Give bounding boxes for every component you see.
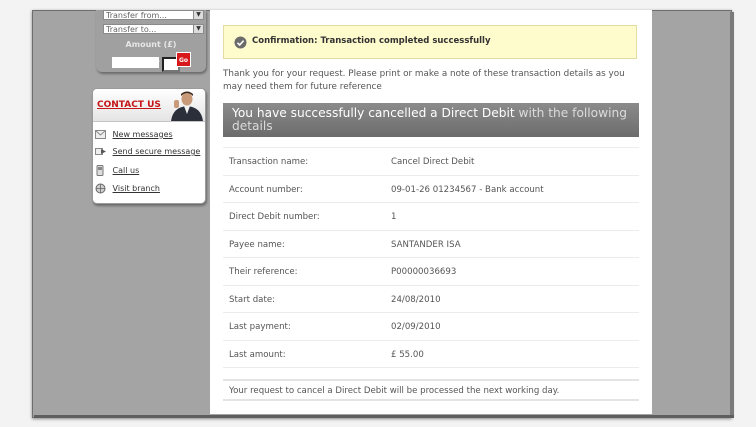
detail-label: Start date: (229, 294, 275, 305)
transfer-from-value: Transfer from... (106, 11, 167, 20)
processing-note: Your request to cancel a Direct Debit wi… (223, 379, 639, 401)
confirmation-text: Confirmation: Transaction completed succ… (252, 36, 491, 46)
main-content: Confirmation: Transaction completed succ… (210, 10, 652, 414)
frame-shadow-right (730, 12, 734, 418)
chevron-down-icon[interactable]: ▼ (193, 11, 203, 19)
new-messages-label: New messages (112, 130, 173, 139)
success-banner-main: You have successfully cancelled a Direct… (232, 106, 515, 120)
send-message-icon (95, 148, 106, 155)
globe-icon (95, 183, 106, 194)
contact-us-header: CONTACT US (93, 89, 205, 122)
table-row: Their reference: P00000036693 (223, 258, 639, 286)
table-row: Payee name: SANTANDER ISA (223, 231, 639, 258)
visit-branch-label: Visit branch (112, 184, 160, 193)
amount-pounds-input[interactable] (112, 57, 159, 68)
detail-label: Account number: (229, 184, 303, 195)
detail-label: Last payment: (229, 322, 291, 332)
detail-value: £ 55.00 (391, 349, 424, 360)
call-us-label: Call us (112, 166, 140, 175)
table-row: Start date: 24/08/2010 (223, 286, 639, 313)
detail-value: SANTANDER ISA (391, 239, 461, 250)
detail-value: 1 (391, 212, 397, 222)
new-messages-link[interactable]: New messages (95, 129, 173, 141)
table-row: Last amount: £ 55.00 (223, 341, 639, 368)
transaction-details-table: Transaction name: Cancel Direct Debit Ac… (223, 147, 639, 368)
table-row: Transaction name: Cancel Direct Debit (223, 147, 639, 176)
transfer-to-value: Transfer to... (106, 25, 157, 34)
amount-decimal-point: . (157, 55, 161, 64)
go-button[interactable]: Go (176, 52, 191, 67)
detail-value: 02/09/2010 (391, 322, 441, 332)
contact-person-icon (171, 91, 203, 121)
visit-branch-link[interactable]: Visit branch (95, 183, 160, 195)
detail-value: 09-01-26 01234567 - Bank account (391, 184, 544, 195)
send-secure-message-link[interactable]: Send secure message (95, 146, 200, 158)
chevron-down-icon[interactable]: ▼ (193, 25, 203, 33)
quick-transfer-panel: Transfer from... ▼ Transfer to... ▼ Amou… (96, 10, 206, 72)
detail-value: 24/08/2010 (391, 294, 441, 305)
frame-shadow-bottom (34, 415, 734, 418)
detail-label: Direct Debit number: (229, 212, 320, 222)
transfer-to-select[interactable]: Transfer to... ▼ (103, 24, 204, 34)
table-row: Last payment: 02/09/2010 (223, 313, 639, 341)
table-row: Direct Debit number: 1 (223, 203, 639, 231)
detail-value: P00000036693 (391, 267, 457, 277)
amount-label: Amount (£) (125, 40, 177, 49)
success-banner: You have successfully cancelled a Direct… (223, 103, 639, 137)
detail-label: Their reference: (229, 267, 298, 277)
detail-label: Last amount: (229, 349, 286, 360)
phone-icon (96, 165, 104, 176)
table-row: Account number: 09-01-26 01234567 - Bank… (223, 176, 639, 203)
contact-us-panel: CONTACT US New messages Send secure mess… (92, 88, 206, 204)
detail-label: Payee name: (229, 239, 285, 250)
thank-you-message: Thank you for your request. Please print… (223, 69, 625, 92)
success-banner-text: You have successfully cancelled a Direct… (232, 107, 632, 133)
transfer-from-select[interactable]: Transfer from... ▼ (103, 10, 204, 20)
envelope-icon (95, 130, 106, 139)
detail-label: Transaction name: (229, 157, 309, 167)
confirmation-message: Confirmation: Transaction completed succ… (223, 25, 637, 59)
send-secure-message-label: Send secure message (112, 147, 201, 156)
check-circle-icon (234, 36, 247, 49)
processing-note-text: Your request to cancel a Direct Debit wi… (229, 386, 560, 396)
call-us-link[interactable]: Call us (95, 165, 139, 177)
contact-us-title[interactable]: CONTACT US (97, 100, 161, 110)
detail-value: Cancel Direct Debit (391, 157, 475, 167)
